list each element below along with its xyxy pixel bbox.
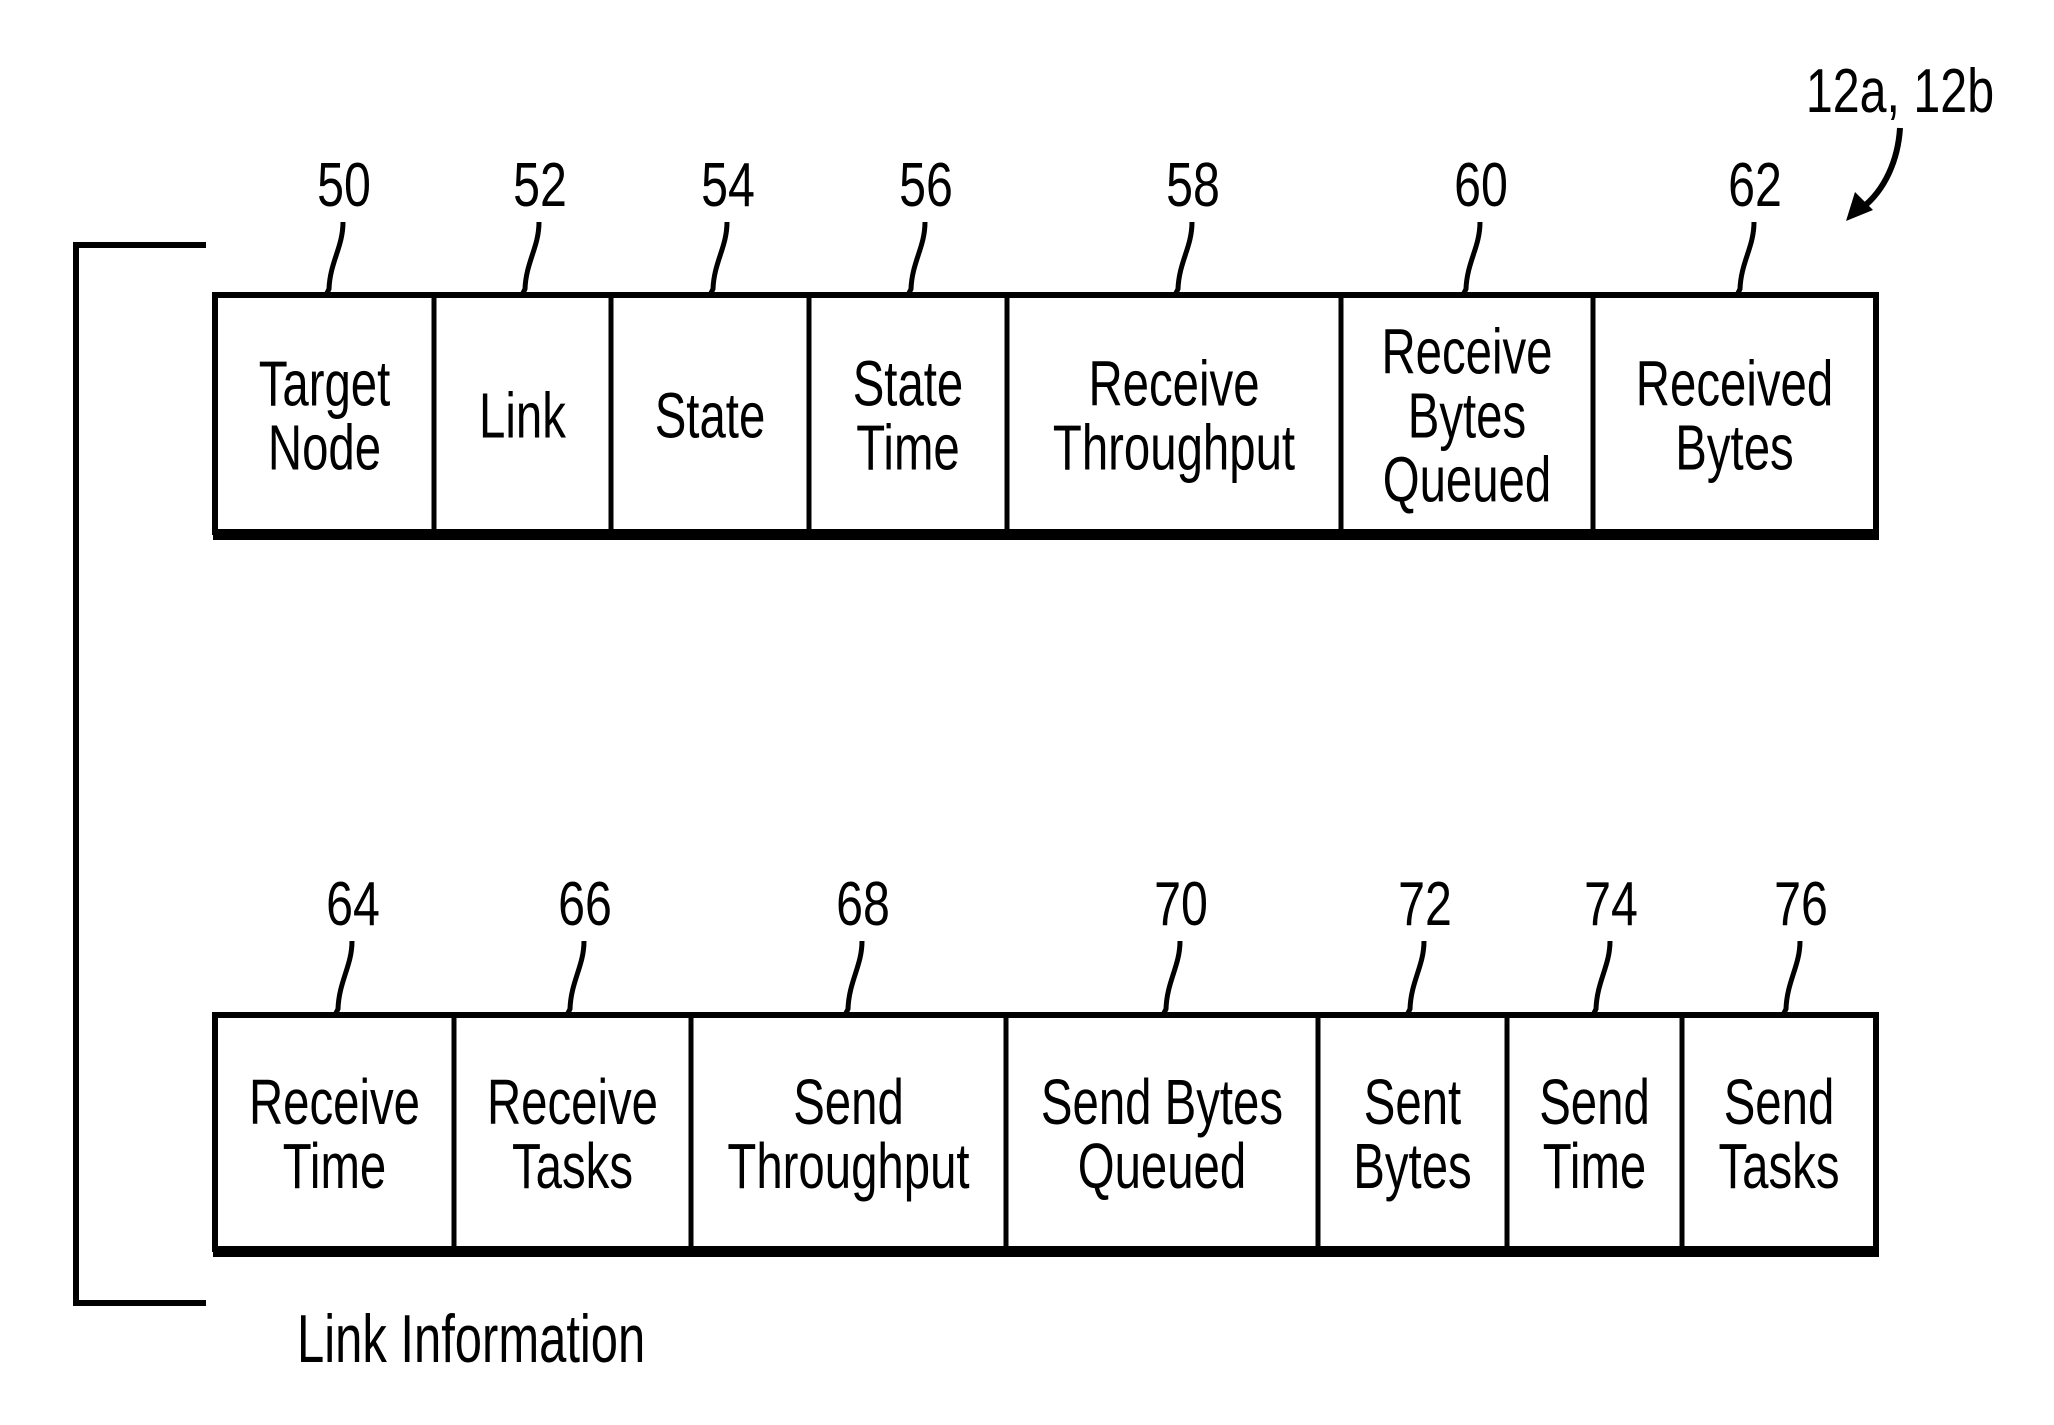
- reference-numeral: 72: [1398, 869, 1452, 938]
- field-cell: State 54: [655, 150, 766, 451]
- field-label-line: Receive: [487, 1066, 658, 1138]
- reference-numeral: 76: [1774, 869, 1828, 938]
- reference-numeral: 60: [1454, 150, 1508, 219]
- leader-line: [332, 940, 355, 1017]
- reference-numeral: 62: [1728, 150, 1782, 219]
- record-shadow-edge: [213, 529, 1879, 540]
- field-label-line: Queued: [1383, 444, 1551, 516]
- field-label-line: Bytes: [1408, 380, 1526, 452]
- field-label-line: Throughput: [1053, 412, 1295, 484]
- field-label-line: Send: [793, 1066, 904, 1138]
- record-right-edge: [1873, 1013, 1879, 1255]
- field-label-line: Bytes: [1675, 412, 1793, 484]
- leader-line: [564, 940, 587, 1017]
- field-label-line: Send: [1724, 1066, 1835, 1138]
- reference-numeral: 74: [1584, 869, 1638, 938]
- field-label-line: Send: [1539, 1066, 1650, 1138]
- reference-numeral: 56: [899, 150, 953, 219]
- field-label-line: Send Bytes: [1041, 1066, 1283, 1138]
- field-label-line: Time: [283, 1130, 386, 1202]
- field-label-line: Receive: [1381, 316, 1552, 388]
- field-cell: ReceiveThroughput 58: [1053, 150, 1295, 483]
- field-label-line: Receive: [249, 1066, 420, 1138]
- reference-numeral: 50: [317, 150, 371, 219]
- reference-numeral: 58: [1166, 150, 1220, 219]
- arrowhead-icon: [1846, 192, 1873, 221]
- field-label-line: Tasks: [1718, 1130, 1839, 1202]
- field-cell: SendTasks 76: [1718, 869, 1839, 1201]
- leader-line: [1460, 221, 1483, 297]
- field-cell: SentBytes 72: [1353, 869, 1471, 1201]
- leader-line: [905, 221, 928, 297]
- field-label-line: Node: [268, 412, 381, 484]
- grouping-bracket: [73, 242, 206, 1306]
- field-label-line: Bytes: [1353, 1130, 1471, 1202]
- field-label-line: State: [655, 380, 766, 452]
- leader-line: [1160, 940, 1183, 1017]
- leader-line: [323, 221, 346, 297]
- group-reference-label: 12a, 12b: [1806, 56, 1994, 125]
- field-cell: ReceiveTasks 66: [487, 869, 658, 1201]
- field-label-line: Time: [856, 412, 959, 484]
- reference-numeral: 68: [836, 869, 890, 938]
- leader-line: [842, 940, 865, 1017]
- field-label-line: Link: [479, 380, 567, 452]
- group-reference-arrow-icon: [1860, 127, 1903, 211]
- record-row-1: TargetNode50Link52State54StateTime56Rece…: [212, 150, 1879, 540]
- field-label-line: Receive: [1088, 348, 1259, 420]
- field-label-line: Time: [1543, 1130, 1646, 1202]
- record-right-edge: [1873, 293, 1879, 538]
- link-information-diagram: 12a, 12b TargetNode50Link52State54StateT…: [73, 56, 1994, 1377]
- field-cell: TargetNode 50: [259, 150, 391, 483]
- field-label-line: Tasks: [512, 1130, 633, 1202]
- leader-line: [1404, 940, 1427, 1017]
- leader-line: [1172, 221, 1195, 297]
- field-cell: ReceiveTime 64: [249, 869, 420, 1201]
- field-cell: SendTime 74: [1539, 869, 1650, 1201]
- field-cell: StateTime 56: [853, 150, 964, 483]
- record-shadow-edge: [213, 1246, 1879, 1257]
- reference-numeral: 52: [513, 150, 567, 219]
- leader-line: [1734, 221, 1757, 297]
- reference-numeral: 66: [558, 869, 612, 938]
- field-label-line: Received: [1636, 348, 1833, 420]
- field-label-line: Target: [259, 348, 391, 420]
- field-label-line: State: [853, 348, 964, 420]
- leader-line: [519, 221, 542, 297]
- figure-caption: Link Information: [297, 1300, 645, 1377]
- leader-line: [1780, 940, 1803, 1017]
- leader-line: [1590, 940, 1613, 1017]
- record-frame: [212, 292, 1879, 535]
- field-label-line: Throughput: [727, 1130, 969, 1202]
- reference-numeral: 70: [1154, 869, 1208, 938]
- leader-line: [707, 221, 730, 297]
- field-cell: ReceivedBytes 62: [1636, 150, 1833, 483]
- reference-numeral: 64: [326, 869, 380, 938]
- field-label-line: Sent: [1364, 1066, 1462, 1138]
- field-cell: SendThroughput 68: [727, 869, 969, 1201]
- field-cell: Link 52: [479, 150, 567, 451]
- record-row-2: ReceiveTime64ReceiveTasks66SendThroughpu…: [212, 869, 1879, 1257]
- reference-numeral: 54: [701, 150, 755, 219]
- field-cell: Send BytesQueued 70: [1041, 869, 1283, 1201]
- field-cell: ReceiveBytesQueued 60: [1381, 150, 1552, 515]
- field-label-line: Queued: [1078, 1130, 1246, 1202]
